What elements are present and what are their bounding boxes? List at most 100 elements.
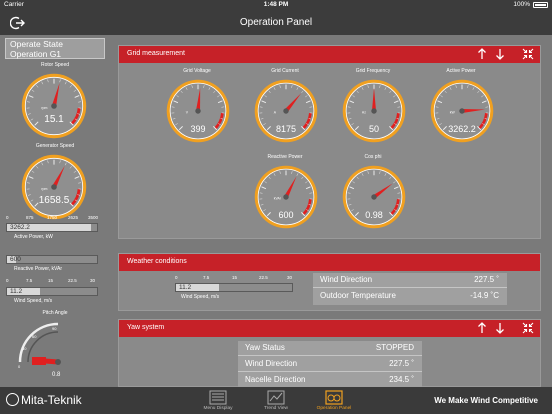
grid-voltage-gauge: V 399 [164, 77, 232, 145]
nav-label: Menu Display [203, 406, 233, 411]
tick-label: 0 [6, 278, 9, 283]
move-up-icon[interactable] [475, 47, 489, 61]
tick-label: 3500 [88, 215, 99, 220]
weather-wind-label: Wind Speed, m/s [181, 294, 220, 300]
battery-percent: 100% [513, 1, 530, 8]
gauge-hub [371, 194, 377, 200]
grid-reactive-power-value: 600 [278, 210, 294, 220]
weather-wind-bar: 11.2 [175, 283, 293, 292]
nav-trend-view[interactable]: Trend View [248, 387, 304, 414]
brand-logo: Mita-Teknik [6, 393, 82, 407]
trend-view-icon [267, 390, 285, 405]
nav-label: Operation Panel [316, 406, 352, 411]
pitch-angle-dial: 90 60 30 0 0.8 [18, 322, 61, 378]
menu-display-icon [209, 390, 227, 405]
rotor-speed-gauge: rpm 15.1 [19, 71, 89, 141]
row-key: Wind Direction [245, 359, 298, 368]
gauge-hub [283, 194, 289, 200]
weather-conditions-panel: Weather conditions 0 7.5 15 22.5 30 11.2… [118, 253, 541, 311]
row-key: Outdoor Temperature [320, 291, 396, 300]
gauge-unit: kVAr [274, 197, 282, 201]
grid-current-value: 8175 [275, 124, 297, 134]
weather-wind-ticks: 0 7.5 15 22.5 30 [175, 275, 292, 281]
pitch-tick-60: 60 [32, 334, 37, 339]
row-value: -14.9 ˚C [470, 291, 499, 300]
nav-operation-panel[interactable]: Operation Panel [306, 387, 362, 414]
reactive-power-label: Reactive Power, kVAr [14, 266, 62, 272]
generator-speed-gauge: rpm 1658.5 [19, 152, 89, 222]
pitch-tick-90: 90 [52, 326, 57, 331]
tick-label: 30 [287, 275, 293, 280]
tick-label: 15 [232, 275, 238, 280]
operate-state-line2: Operation G1 [10, 48, 62, 59]
pitch-angle-value: 0.8 [52, 372, 61, 378]
collapse-icon[interactable] [521, 47, 535, 61]
yaw-system-header: Yaw system [119, 320, 540, 337]
tick-label: 15 [48, 278, 54, 283]
cos-phi-dial [342, 165, 406, 229]
grid-reactive-power-gauge: kVAr 600 [252, 163, 320, 231]
grid-frequency-value: 50 [368, 124, 379, 134]
gauge-unit: kW [450, 111, 456, 115]
grid-voltage-label: Grid Voltage [183, 68, 211, 74]
cos-phi-gauge: 0.98 [340, 163, 408, 231]
nav-menu-display[interactable]: Menu Display [190, 387, 246, 414]
cos-phi-value: 0.98 [365, 210, 383, 220]
move-up-icon[interactable] [475, 321, 489, 335]
tick-label: 7.5 [203, 275, 210, 280]
left-status-column: Operate State Operation G1 Rotor Speed r… [0, 35, 110, 387]
nav-label: Trend View [264, 406, 288, 411]
tick-label: 22.5 [259, 275, 268, 280]
table-row: Yaw Status STOPPED [238, 341, 422, 356]
tick-label: 2625 [68, 215, 79, 220]
gauge-unit: Hz [362, 111, 366, 115]
tick-label: 30 [90, 278, 96, 283]
table-row: Wind Direction 227.5 ˚ [238, 357, 422, 372]
move-down-icon[interactable] [493, 321, 507, 335]
pitch-angle-label: Pitch Angle [42, 310, 68, 316]
weather-table: Wind Direction 227.5 ˚ Outdoor Temperatu… [313, 273, 507, 305]
slogan: We Make Wind Competitive [434, 396, 538, 405]
grid-frequency-dial: Hz [342, 79, 406, 143]
active-power-value: 3262.2 [10, 224, 30, 231]
panel-title: Yaw system [127, 324, 165, 331]
cos-phi-label: Cos phi [364, 154, 382, 160]
row-value: STOPPED [375, 343, 414, 352]
rotor-speed-value: 15.1 [44, 114, 64, 125]
collapse-icon[interactable] [521, 321, 535, 335]
rotor-speed-label: Rotor Speed [40, 62, 70, 68]
row-value: 227.5 ˚ [474, 275, 499, 284]
gauge-hub [195, 108, 201, 114]
grid-active-power-value: 3262.2 [448, 124, 476, 134]
table-row: Nacelle Direction 234.5 ˚ [238, 373, 422, 388]
grid-current-gauge: A 8175 [252, 77, 320, 145]
grid-measurement-header: Grid measurement [119, 46, 540, 63]
generator-speed-dial: rpm [21, 154, 87, 220]
weather-wind-value: 11.2 [179, 284, 192, 291]
panel-title: Grid measurement [127, 50, 185, 57]
brand-name: Mita-Teknik [21, 393, 82, 407]
wind-speed-label: Wind Speed, m/s [14, 298, 53, 304]
weather-conditions-header: Weather conditions [119, 254, 540, 271]
tick-label: 7.5 [26, 278, 33, 283]
grid-active-power-gauge: kW 3262.2 [428, 77, 496, 145]
gauge-hub [51, 103, 57, 109]
gauge-unit: rpm [41, 106, 47, 110]
table-row: Outdoor Temperature -14.9 ˚C [313, 289, 507, 304]
row-key: Yaw Status [245, 343, 285, 352]
reactive-power-value: 600 [10, 256, 21, 263]
operate-state-box: Operate State Operation G1 [5, 38, 105, 59]
active-power-label: Active Power, kW [14, 234, 53, 240]
wind-speed-ticks: 0 7.5 15 22.5 30 [6, 278, 98, 284]
wind-speed-value: 11.2 [10, 288, 23, 295]
operation-panel-icon [325, 390, 343, 405]
grid-measurement-panel: Grid measurement Grid Voltage V 399 Grid… [118, 45, 541, 239]
move-down-icon[interactable] [493, 47, 507, 61]
row-key: Wind Direction [320, 275, 373, 284]
page-title: Operation Panel [239, 17, 313, 28]
grid-voltage-dial: V [166, 79, 230, 143]
reactive-power-bar: 600 [6, 255, 98, 264]
tick-label: 875 [26, 215, 34, 220]
tick-label: 0 [175, 275, 178, 280]
tick-label: 1750 [47, 215, 58, 220]
